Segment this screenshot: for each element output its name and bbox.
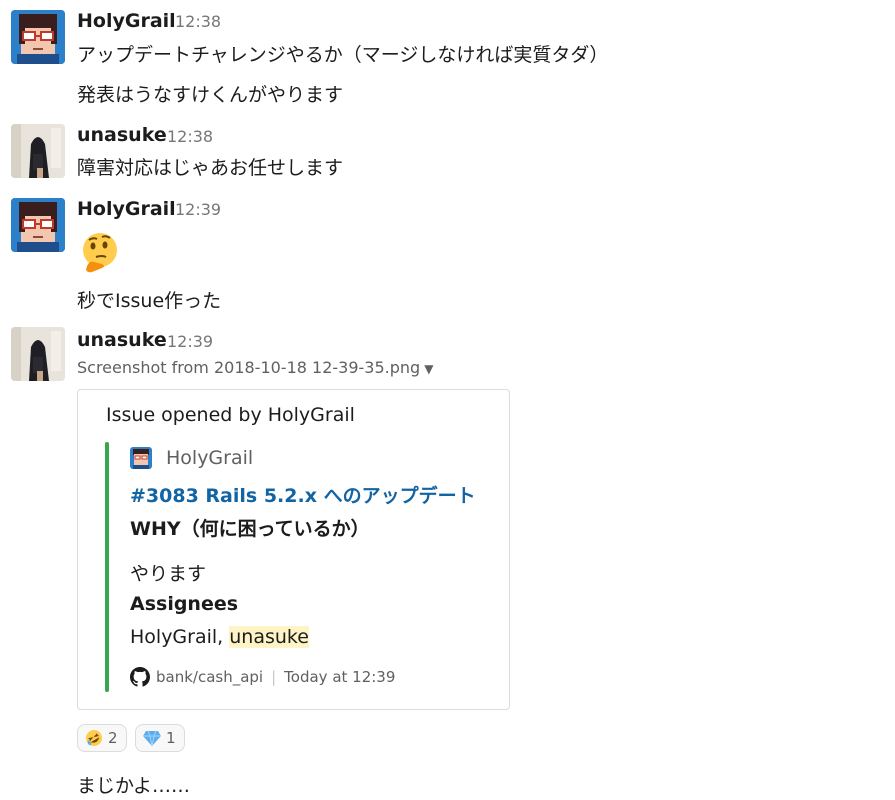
avatar-holygrail[interactable] [11,10,65,64]
attachment-field-title: WHY（何に困っているか） [130,518,370,540]
attachment-color-bar [105,442,109,692]
github-icon [130,667,150,687]
attachment-author-avatar [130,447,152,469]
message-timestamp[interactable]: 12:38 [175,12,221,31]
attachment-text: やります [130,563,207,585]
attachment-pretext: Issue opened by HolyGrail [106,404,355,426]
message-text: アップデートチャレンジやるか（マージしなければ実質タダ） [77,44,609,66]
caret-down-icon[interactable]: ▼ [424,362,433,376]
attachment-footer: bank/cash_api | Today at 12:39 [130,667,395,687]
message-author[interactable]: HolyGrail [77,10,176,32]
message-author[interactable]: HolyGrail [77,198,176,220]
message-timestamp[interactable]: 12:39 [175,200,221,219]
message-timestamp[interactable]: 12:38 [167,127,213,146]
reaction-count: 2 [108,729,118,747]
assignee-plain: HolyGrail, [130,626,230,648]
attachment-author-name[interactable]: HolyGrail [166,447,253,469]
gem-icon [143,730,161,747]
footer-repo: bank/cash_api [156,668,264,686]
file-name[interactable]: Screenshot from 2018-10-18 12-39-35.png [77,358,420,377]
avatar-unasuke[interactable] [11,124,65,178]
assignee-mention[interactable]: unasuke [229,626,309,648]
rolling-on-floor-laughing-icon [86,730,102,746]
attachment-title-link[interactable]: #3083 Rails 5.2.x へのアップデート [130,481,476,508]
avatar-holygrail[interactable] [11,198,65,252]
reaction-count: 1 [166,729,176,747]
message-text: まじかよ…… [77,775,191,797]
thinking-face-emoji-icon [83,233,117,273]
assignees-title: Assignees [130,593,239,615]
reaction-rofl[interactable]: 2 [77,724,127,752]
message-author[interactable]: unasuke [77,329,167,351]
message-text: 秒でIssue作った [77,290,222,312]
attachment-card: Issue opened by HolyGrail HolyGrail #308… [77,389,510,710]
file-name-link[interactable]: Screenshot from 2018-10-18 12-39-35.png ▼ [77,358,433,377]
avatar-unasuke[interactable] [11,327,65,381]
assignees-value: HolyGrail, unasuke [130,626,309,648]
message-text: 発表はうなすけくんがやります [77,84,344,106]
reaction-gem[interactable]: 1 [135,724,185,752]
message-text: 障害対応はじゃあお任せします [77,157,344,179]
message-timestamp[interactable]: 12:39 [167,332,213,351]
footer-separator: | [271,668,277,686]
message-author[interactable]: unasuke [77,124,167,146]
footer-timestamp[interactable]: Today at 12:39 [284,668,395,686]
